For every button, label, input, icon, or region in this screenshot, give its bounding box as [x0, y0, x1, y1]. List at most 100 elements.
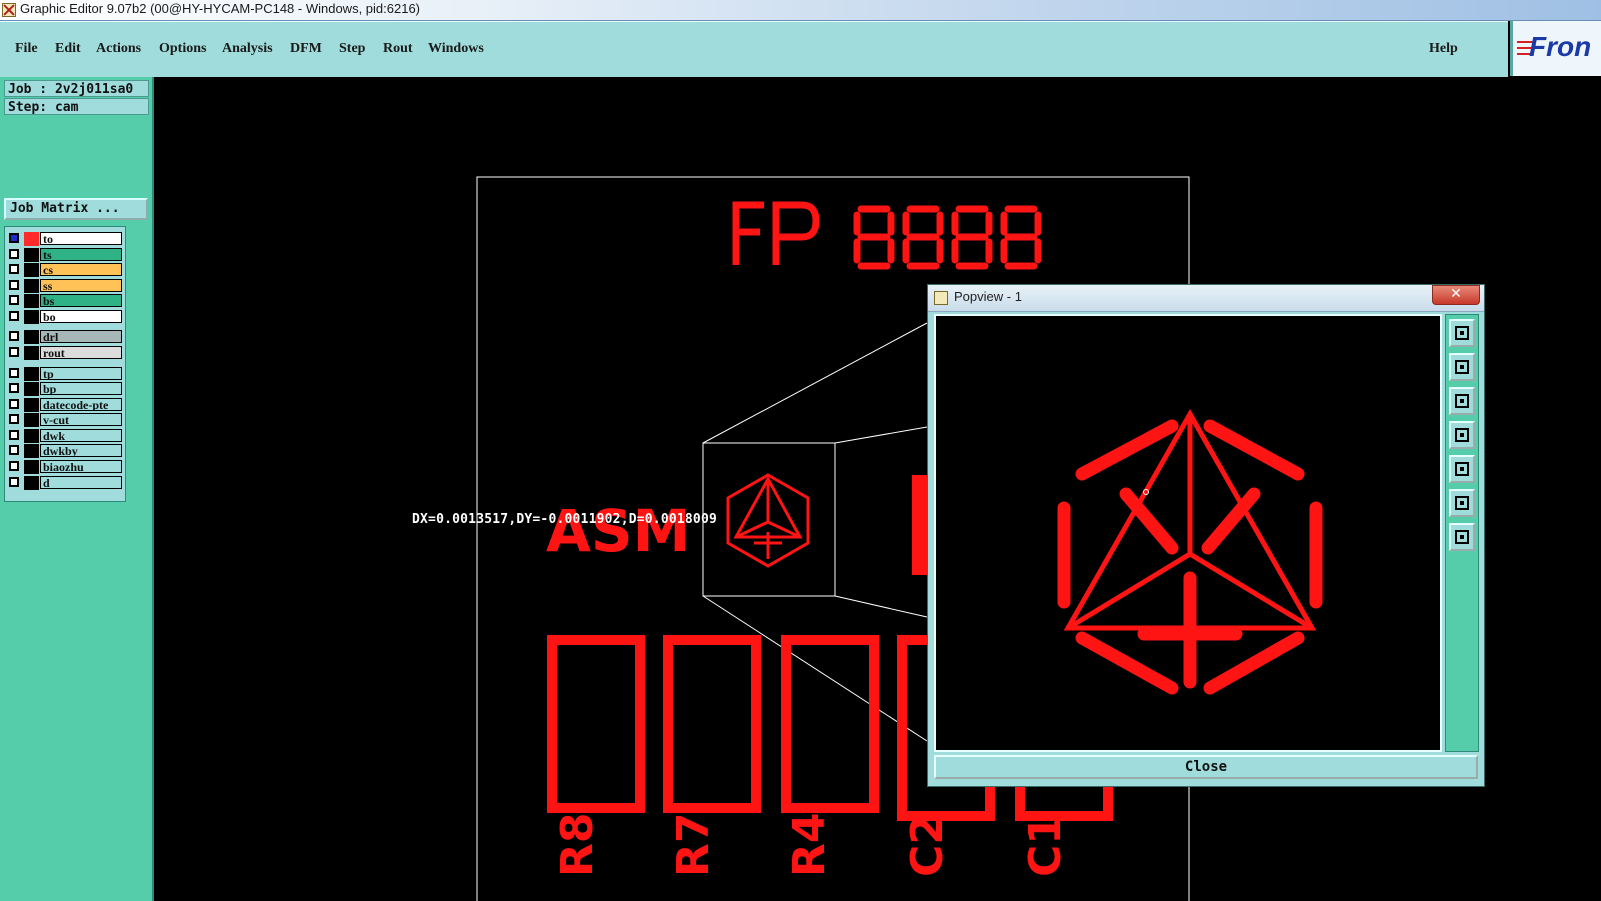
- layer-name[interactable]: drl: [40, 330, 122, 343]
- layer-row-d[interactable]: d: [6, 476, 124, 490]
- layer-checkbox[interactable]: [9, 280, 19, 290]
- layer-color-swatch[interactable]: [24, 460, 39, 474]
- menu-windows[interactable]: Windows: [428, 41, 484, 57]
- layer-color-swatch[interactable]: [24, 398, 39, 412]
- layer-name[interactable]: bp: [40, 382, 122, 395]
- layer-checkbox[interactable]: [9, 461, 19, 471]
- zoom-out-button[interactable]: [1449, 489, 1475, 517]
- menu-options[interactable]: Options: [159, 41, 206, 57]
- layer-color-swatch[interactable]: [24, 382, 39, 396]
- pan-down-button[interactable]: [1449, 387, 1475, 415]
- popview-title-bar[interactable]: Popview - 1 ✕: [928, 285, 1484, 312]
- zoom-fit-icon: [1455, 326, 1469, 340]
- layer-color-swatch[interactable]: [24, 279, 39, 293]
- layer-name[interactable]: ss: [40, 279, 122, 292]
- layer-color-swatch[interactable]: [24, 413, 39, 427]
- layer-checkbox[interactable]: [9, 414, 19, 424]
- job-matrix-button[interactable]: Job Matrix ...: [4, 198, 148, 220]
- layer-row-to[interactable]: to: [6, 232, 124, 246]
- popview-close-icon[interactable]: ✕: [1432, 285, 1480, 305]
- layer-color-swatch[interactable]: [24, 476, 39, 490]
- layer-color-swatch[interactable]: [24, 294, 39, 308]
- layer-color-swatch[interactable]: [24, 248, 39, 262]
- menu-actions[interactable]: Actions: [96, 41, 141, 57]
- layer-row-rout[interactable]: rout: [6, 346, 124, 360]
- layer-name[interactable]: cs: [40, 263, 122, 276]
- layer-row-dwkby[interactable]: dwkby: [6, 444, 124, 458]
- layer-checkbox[interactable]: [9, 295, 19, 305]
- layer-name[interactable]: bo: [40, 310, 122, 323]
- layer-color-swatch[interactable]: [24, 367, 39, 381]
- popview-toolbar: [1445, 314, 1479, 752]
- layer-name[interactable]: bs: [40, 294, 122, 307]
- layer-checkbox[interactable]: [9, 264, 19, 274]
- layer-checkbox[interactable]: [9, 311, 19, 321]
- popview-window: Popview - 1 ✕ Close: [927, 284, 1485, 787]
- menu-file[interactable]: File: [15, 41, 38, 57]
- layer-row-dwk[interactable]: dwk: [6, 429, 124, 443]
- layer-color-swatch[interactable]: [24, 444, 39, 458]
- ref-label-c2: C2: [902, 814, 953, 877]
- layer-row-v-cut[interactable]: v-cut: [6, 413, 124, 427]
- layer-row-cs[interactable]: cs: [6, 263, 124, 277]
- layer-color-swatch[interactable]: [24, 310, 39, 324]
- menu-dfm[interactable]: DFM: [290, 41, 322, 57]
- layer-row-biaozhu[interactable]: biaozhu: [6, 460, 124, 474]
- layer-color-swatch[interactable]: [24, 232, 39, 246]
- ref-label-r7: R7: [668, 812, 719, 878]
- asm-label: ASM: [546, 497, 691, 565]
- pan-right-icon: [1455, 462, 1469, 476]
- zoom-in-button[interactable]: [1449, 523, 1475, 551]
- pan-left-button[interactable]: [1449, 421, 1475, 449]
- layer-checkbox[interactable]: [9, 399, 19, 409]
- layer-row-drl[interactable]: drl: [6, 330, 124, 344]
- measurement-readout: DX=0.0013517,DY=-0.0011902,D=0.0018009: [412, 512, 718, 527]
- pan-up-button[interactable]: [1449, 353, 1475, 381]
- layer-row-bo[interactable]: bo: [6, 310, 124, 324]
- layer-checkbox[interactable]: [9, 445, 19, 455]
- app-icon: [2, 3, 16, 17]
- zoom-fit-button[interactable]: [1449, 319, 1475, 347]
- layer-row-tp[interactable]: tp: [6, 367, 124, 381]
- logo-text: Fron: [1529, 31, 1592, 62]
- layer-color-swatch[interactable]: [24, 429, 39, 443]
- layer-name[interactable]: datecode-pte: [40, 398, 122, 411]
- layer-name[interactable]: d: [40, 476, 122, 489]
- layer-checkbox[interactable]: [9, 233, 19, 243]
- menu-edit[interactable]: Edit: [55, 41, 81, 57]
- layer-checkbox[interactable]: [9, 347, 19, 357]
- layer-checkbox[interactable]: [9, 331, 19, 341]
- layer-name[interactable]: biaozhu: [40, 460, 122, 473]
- layer-checkbox[interactable]: [9, 249, 19, 259]
- layer-name[interactable]: rout: [40, 346, 122, 359]
- layer-checkbox[interactable]: [9, 477, 19, 487]
- step-name: Step: cam: [4, 98, 149, 115]
- layer-row-bs[interactable]: bs: [6, 294, 124, 308]
- layer-checkbox[interactable]: [9, 430, 19, 440]
- menu-help[interactable]: Help: [1429, 41, 1458, 57]
- ref-label-c1: C1: [1020, 814, 1071, 877]
- menu-step[interactable]: Step: [339, 41, 365, 57]
- popview-close-button[interactable]: Close: [934, 755, 1478, 779]
- layer-name[interactable]: dwk: [40, 429, 122, 442]
- popview-canvas[interactable]: [934, 314, 1442, 752]
- layer-color-swatch[interactable]: [24, 330, 39, 344]
- layer-name[interactable]: dwkby: [40, 444, 122, 457]
- layer-checkbox[interactable]: [9, 368, 19, 378]
- large-hex-logo: [1057, 408, 1323, 695]
- small-hex-logo: [726, 473, 810, 568]
- layer-name[interactable]: ts: [40, 248, 122, 261]
- layer-name[interactable]: to: [40, 232, 122, 245]
- layer-color-swatch[interactable]: [24, 263, 39, 277]
- layer-color-swatch[interactable]: [24, 346, 39, 360]
- menu-rout[interactable]: Rout: [383, 41, 413, 57]
- menu-analysis[interactable]: Analysis: [222, 41, 273, 57]
- layer-row-datecode-pte[interactable]: datecode-pte: [6, 398, 124, 412]
- layer-row-bp[interactable]: bp: [6, 382, 124, 396]
- layer-name[interactable]: v-cut: [40, 413, 122, 426]
- pan-right-button[interactable]: [1449, 455, 1475, 483]
- layer-name[interactable]: tp: [40, 367, 122, 380]
- layer-row-ss[interactable]: ss: [6, 279, 124, 293]
- layer-row-ts[interactable]: ts: [6, 248, 124, 262]
- layer-checkbox[interactable]: [9, 383, 19, 393]
